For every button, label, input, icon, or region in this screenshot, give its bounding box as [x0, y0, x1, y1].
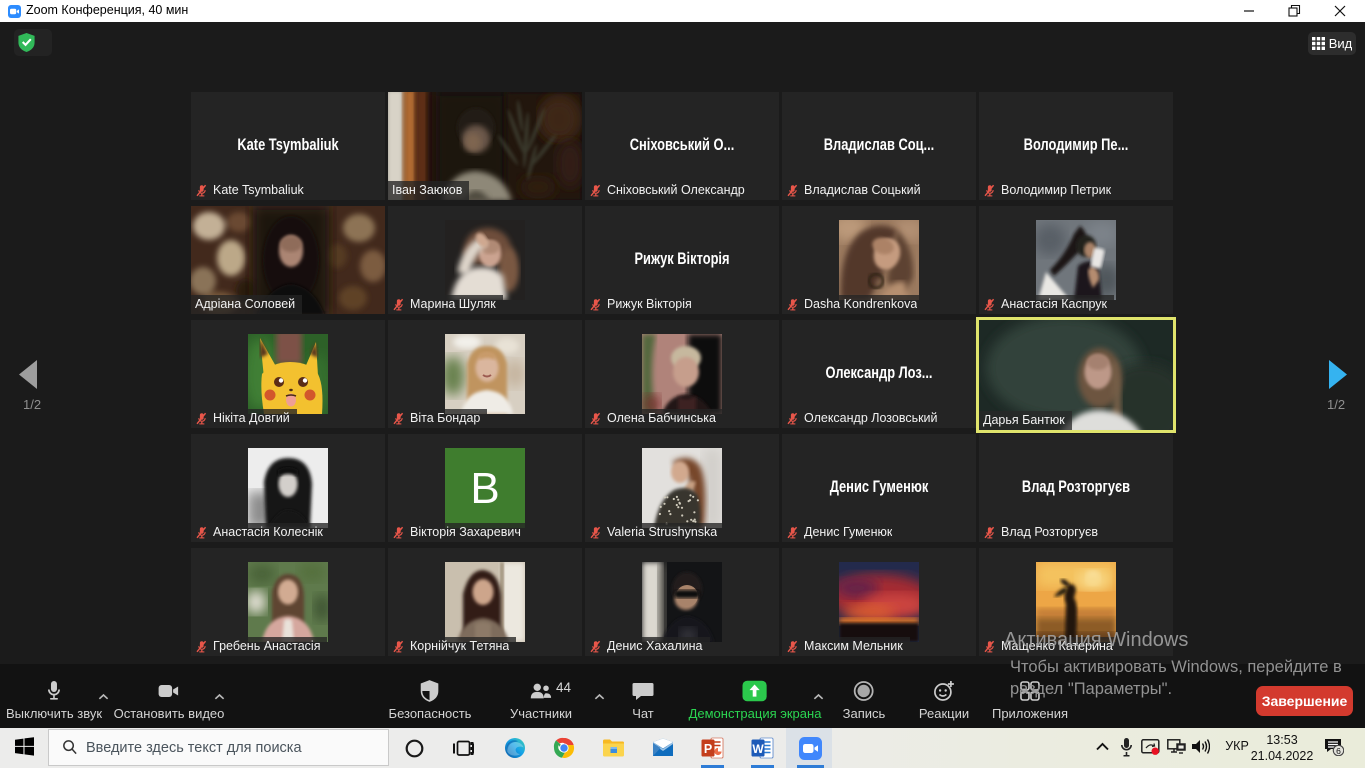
svg-text:P: P — [704, 742, 712, 756]
svg-text:6: 6 — [1336, 746, 1341, 756]
svg-text:B: B — [470, 464, 499, 513]
svg-text:W: W — [752, 742, 764, 756]
